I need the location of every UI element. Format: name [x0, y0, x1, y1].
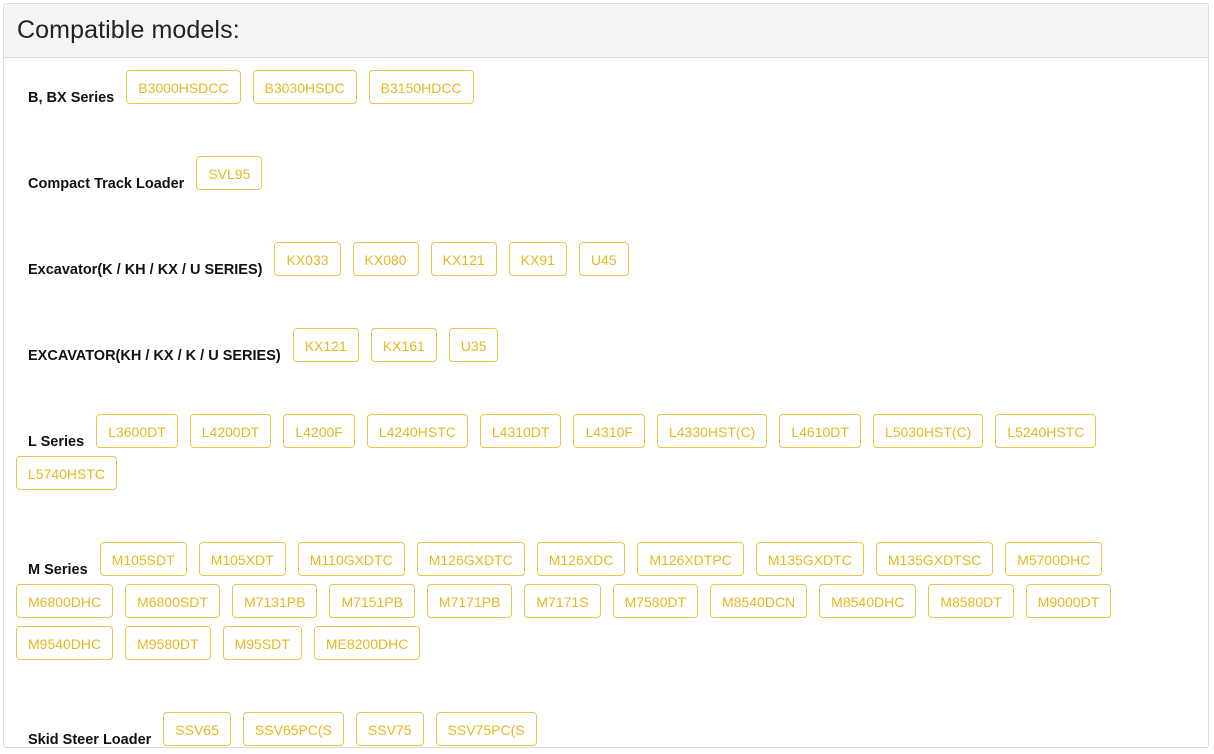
model-chip[interactable]: U35 — [448, 328, 499, 362]
model-chip[interactable]: M7151PB — [329, 584, 415, 618]
model-chip[interactable]: M8580DT — [928, 584, 1014, 618]
model-chip[interactable]: M9000DT — [1025, 584, 1112, 618]
model-chip[interactable]: L4200F — [283, 414, 355, 448]
model-chip[interactable]: M5700DHC — [1005, 542, 1103, 576]
model-chip[interactable]: B3150HDCC — [368, 70, 474, 104]
model-chip[interactable]: L4310DT — [479, 414, 562, 448]
model-chip[interactable]: KX121 — [430, 242, 497, 276]
model-chip[interactable]: M135GXDTC — [755, 542, 864, 576]
series-group: EXCAVATOR(KH / KX / K / U SERIES) KX121 KX… — [16, 328, 1166, 370]
model-chip[interactable]: L5240HSTC — [995, 414, 1097, 448]
compatible-models-panel: Compatible models: B, BX Series B3000HSDC… — [3, 3, 1209, 748]
model-chip[interactable]: M8540DHC — [819, 584, 917, 618]
series-group: B, BX Series B3000HSDCC B3030HSDC B3150HDCC — [16, 70, 1166, 112]
model-chip[interactable]: M95SDT — [222, 626, 302, 660]
series-group: L Series L3600DT L4200DT L4200F L4240HSTC L43… — [16, 414, 1166, 498]
model-chip[interactable]: U45 — [578, 242, 629, 276]
model-chip[interactable]: SSV65 — [163, 712, 231, 746]
model-chip[interactable]: L4330HST(C) — [656, 414, 768, 448]
model-chip[interactable]: M9580DT — [125, 626, 211, 660]
model-chip[interactable]: M126XDTPC — [637, 542, 744, 576]
model-chip[interactable]: L5030HST(C) — [872, 414, 984, 448]
model-chip[interactable]: L4240HSTC — [366, 414, 468, 448]
model-chip[interactable]: L4200DT — [189, 414, 272, 448]
model-chip[interactable]: M110GXDTC — [297, 542, 405, 576]
model-chip[interactable]: M126GXDTC — [416, 542, 525, 576]
series-label: Excavator(K / KH / KX / U SERIES) — [28, 262, 263, 278]
series-label: EXCAVATOR(KH / KX / K / U SERIES) — [28, 348, 281, 364]
model-groups: B, BX Series B3000HSDCC B3030HSDC B3150HDCC… — [4, 58, 1208, 754]
series-group: Skid Steer Loader SSV65 SSV65PC(S SSV75 SSV7… — [16, 712, 1166, 754]
series-label: L Series — [28, 434, 85, 450]
model-chip[interactable]: M6800DHC — [16, 584, 114, 618]
model-chip[interactable]: ME8200DHC — [313, 626, 421, 660]
series-group: Compact Track Loader SVL95 — [16, 156, 1166, 198]
model-chip[interactable]: M105SDT — [99, 542, 187, 576]
model-chip[interactable]: SVL95 — [196, 156, 263, 190]
model-chip[interactable]: KX033 — [274, 242, 341, 276]
model-chip[interactable]: M7171S — [524, 584, 601, 618]
series-group: M Series M105SDT M105XDT M110GXDTC M126GXDTC… — [16, 542, 1166, 668]
model-chip[interactable]: M8540DCN — [710, 584, 808, 618]
model-chip[interactable]: M7171PB — [426, 584, 513, 618]
series-label: Compact Track Loader — [28, 176, 185, 192]
model-chip[interactable]: KX161 — [370, 328, 437, 362]
model-chip[interactable]: M7131PB — [231, 584, 318, 618]
model-chip[interactable]: L4610DT — [779, 414, 861, 448]
model-chip[interactable]: SSV65PC(S — [242, 712, 344, 746]
model-chip[interactable]: L3600DT — [96, 414, 178, 448]
model-chip[interactable]: M135GXDTSC — [875, 542, 994, 576]
model-chip[interactable]: L5740HSTC — [16, 456, 118, 490]
model-chip[interactable]: KX080 — [352, 242, 419, 276]
model-chip[interactable]: KX91 — [508, 242, 567, 276]
model-chip[interactable]: KX121 — [292, 328, 359, 362]
model-chip[interactable]: SSV75PC(S — [435, 712, 537, 746]
model-chip[interactable]: SSV75 — [355, 712, 424, 746]
series-group: Excavator(K / KH / KX / U SERIES) KX033 KX… — [16, 242, 1166, 284]
series-label: B, BX Series — [28, 90, 115, 106]
model-chip[interactable]: B3000HSDCC — [126, 70, 241, 104]
model-chip[interactable]: M9540DHC — [16, 626, 114, 660]
panel-title: Compatible models: — [17, 16, 240, 44]
model-chip[interactable]: L4310F — [573, 414, 645, 448]
model-chip[interactable]: M105XDT — [198, 542, 286, 576]
model-chip[interactable]: M7580DT — [612, 584, 699, 618]
model-chip[interactable]: B3030HSDC — [252, 70, 357, 104]
panel-header: Compatible models: — [4, 4, 1208, 58]
model-chip[interactable]: M6800SDT — [125, 584, 220, 618]
model-chip[interactable]: M126XDC — [536, 542, 626, 576]
series-label: M Series — [28, 562, 88, 578]
series-label: Skid Steer Loader — [28, 732, 152, 748]
